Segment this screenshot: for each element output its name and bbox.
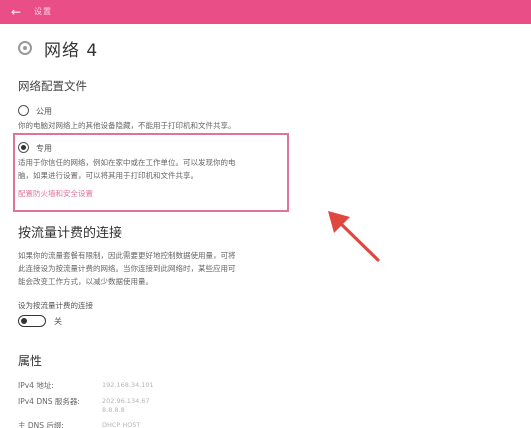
public-radio[interactable] [18,105,29,116]
ipv4-dns-label: IPv4 DNS 服务器: [18,397,80,406]
private-radio[interactable] [18,142,29,153]
window-title: 设置 [34,7,52,16]
firewall-settings-link[interactable]: 配置防火墙和安全设置 [18,188,93,199]
metered-heading: 按流量计费的连接 [18,226,123,241]
private-description-line1: 适用于你信任的网络，例如在家中或在工作单位。可以发现你的电 [18,158,236,167]
page-title: 网络 4 [44,40,99,61]
metered-toggle-state: 关 [54,317,62,326]
back-button[interactable]: ← [7,4,25,20]
metered-description-line1: 如果你的流量套餐有限制，因此需要更好地控制数据使用量，可将 [18,251,236,260]
dns-suffix-label: 主 DNS 后缀: [18,421,64,428]
network-profile-heading: 网络配置文件 [18,79,87,93]
metered-description-line3: 能会改变工作方式，以减少数据使用量。 [18,277,153,286]
ipv4-dns-value-2: 8.8.8.8 [102,406,125,414]
arrow-left-icon: ← [10,5,22,19]
private-description-line2: 脑，如果进行设置，可以将其用于打印机和文件共享。 [18,171,198,180]
toggle-knob [21,317,27,324]
dns-suffix-value: DHCP HOST [102,421,141,428]
annotation-arrow-icon [328,211,380,262]
properties-heading: 属性 [18,354,43,368]
page-header: 网络 4 [18,36,99,61]
ipv4-address-label: IPv4 地址: [18,381,54,390]
metered-toggle-label: 设为按流量计费的连接 [18,301,93,310]
private-radio-label[interactable]: 专用 [36,143,52,154]
public-description: 你的电脑对网络上的其他设备隐藏，不能用于打印机和文件共享。 [18,121,236,130]
metered-description-line2: 此连接设为按流量计费的网络。当你连接到此网络时，某些应用可 [18,264,236,273]
title-bar: ← 设置 [0,0,531,24]
metered-toggle[interactable] [18,315,46,327]
network-icon [18,41,32,55]
public-radio-label[interactable]: 公用 [36,106,52,117]
ipv4-address-value: 192.168.34.101 [102,381,154,389]
